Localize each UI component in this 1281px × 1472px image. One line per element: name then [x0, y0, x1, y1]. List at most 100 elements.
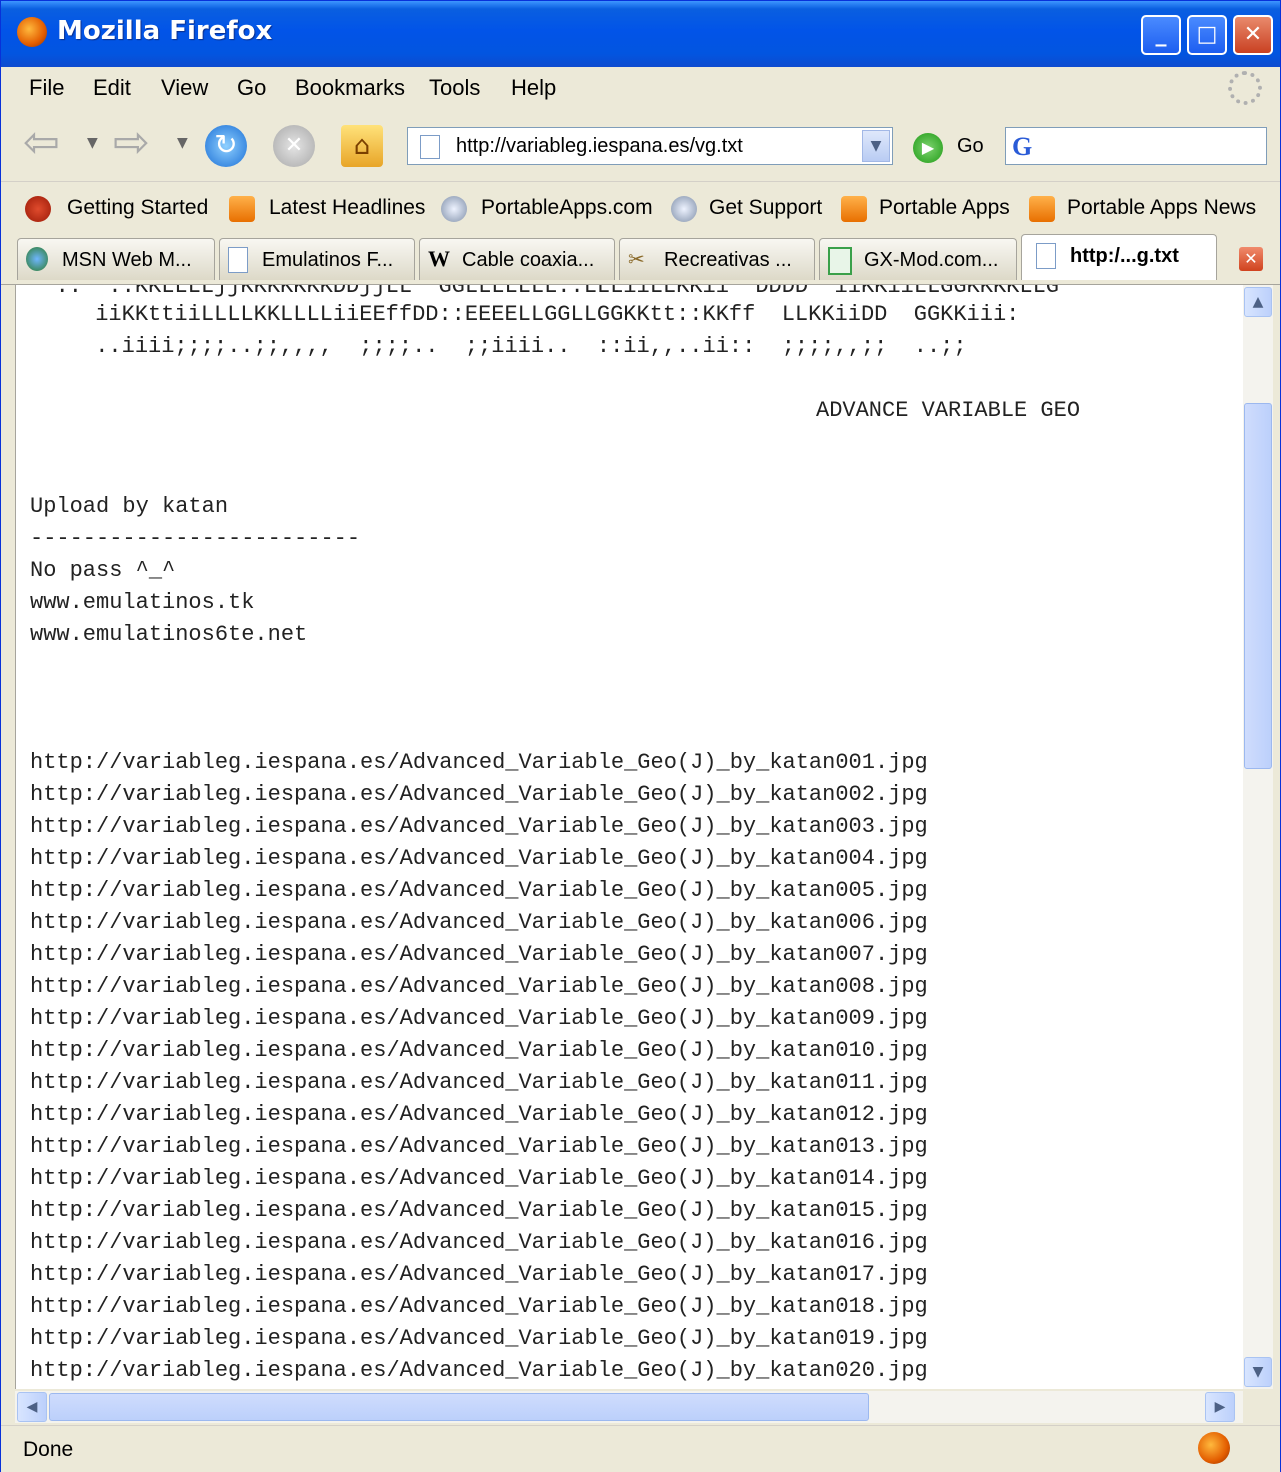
url-text[interactable]: http://variableg.iespana.es/vg.txt: [456, 135, 743, 158]
firefox-icon: [17, 17, 47, 47]
upload-credit: Upload by katan: [30, 494, 229, 519]
ascii-art-line: iiKKttiiLLLLKKLLLLiiEEffDD::EEEELLGGLLGG…: [16, 302, 1020, 327]
tab-vg-txt[interactable]: http:/...g.txt: [1021, 234, 1217, 280]
image-url-line: http://variableg.iespana.es/Advanced_Var…: [30, 1134, 928, 1159]
image-url-line: http://variableg.iespana.es/Advanced_Var…: [30, 1262, 928, 1287]
menu-edit[interactable]: Edit: [93, 75, 131, 101]
gxmod-icon: [828, 247, 852, 275]
forward-dropdown-icon[interactable]: ▼: [177, 135, 188, 151]
tab-label: http:/...g.txt: [1070, 245, 1179, 267]
bookmark-getting-started[interactable]: Getting Started: [67, 196, 208, 220]
window-title: Mozilla Firefox: [57, 16, 273, 46]
tab-recreativas[interactable]: ✂ Recreativas ...: [619, 238, 815, 280]
tools-icon: ✂: [628, 247, 645, 271]
bookmark-portable-apps[interactable]: Portable Apps: [879, 196, 1010, 220]
document-icon: [228, 247, 248, 273]
image-url-line: http://variableg.iespana.es/Advanced_Var…: [30, 1070, 928, 1095]
back-dropdown-icon[interactable]: ▼: [87, 135, 98, 151]
scroll-down-icon[interactable]: ▼: [1244, 1357, 1272, 1387]
ascii-art-line: ..iiii;;;;..;;,,,, ;;;;.. ;;iiii.. ::ii,…: [16, 334, 967, 359]
back-arrow-icon[interactable]: ⇦: [23, 121, 73, 165]
tab-label: MSN Web M...: [62, 249, 192, 271]
home-icon[interactable]: ⌂: [341, 125, 383, 167]
forward-arrow-icon[interactable]: ⇨: [113, 121, 163, 165]
getting-started-icon: [25, 196, 51, 222]
reload-icon[interactable]: ↻: [205, 125, 247, 167]
tab-gx-mod[interactable]: GX-Mod.com...: [819, 238, 1017, 280]
minimize-button[interactable]: _: [1141, 15, 1181, 55]
portableapps-icon: [441, 196, 467, 222]
go-icon[interactable]: ▶: [913, 133, 943, 163]
portableapps-icon: [671, 196, 697, 222]
tab-emulatinos[interactable]: Emulatinos F...: [219, 238, 415, 280]
vertical-scrollbar[interactable]: ▲ ▼: [1243, 285, 1273, 1389]
bookmark-get-support[interactable]: Get Support: [709, 196, 822, 220]
scroll-up-icon[interactable]: ▲: [1244, 287, 1272, 317]
tab-cable-coaxial[interactable]: W Cable coaxia...: [419, 238, 615, 280]
tab-label: GX-Mod.com...: [864, 249, 999, 271]
image-url-line: http://variableg.iespana.es/Advanced_Var…: [30, 1358, 928, 1383]
menu-view[interactable]: View: [161, 75, 208, 101]
firefox-status-icon: [1198, 1432, 1230, 1464]
bookmark-portable-apps-news[interactable]: Portable Apps News: [1067, 196, 1256, 220]
menu-help[interactable]: Help: [511, 75, 556, 101]
password-note: No pass ^_^: [30, 558, 176, 583]
url-bar[interactable]: http://variableg.iespana.es/vg.txt ▼: [407, 127, 893, 165]
bookmark-portableapps-com[interactable]: PortableApps.com: [481, 196, 653, 220]
menu-go[interactable]: Go: [237, 75, 266, 101]
maximize-button[interactable]: □: [1187, 15, 1227, 55]
menu-bookmarks[interactable]: Bookmarks: [295, 75, 405, 101]
menu-tools[interactable]: Tools: [429, 75, 480, 101]
image-url-line: http://variableg.iespana.es/Advanced_Var…: [30, 1166, 928, 1191]
separator-line: -------------------------: [30, 526, 361, 551]
horizontal-scrollbar[interactable]: ◀ ▶: [15, 1391, 1243, 1423]
scroll-right-icon[interactable]: ▶: [1205, 1392, 1235, 1422]
image-url-line: http://variableg.iespana.es/Advanced_Var…: [30, 846, 928, 871]
bookmarks-toolbar: Getting Started Latest Headlines Portabl…: [1, 182, 1280, 235]
website-link: www.emulatinos6te.net: [30, 622, 308, 647]
go-button[interactable]: Go: [957, 135, 984, 158]
search-input[interactable]: G: [1005, 127, 1267, 165]
page-heading: ADVANCE VARIABLE GEO: [816, 398, 1081, 423]
image-url-line: http://variableg.iespana.es/Advanced_Var…: [30, 1326, 928, 1351]
msn-icon: [26, 247, 48, 271]
page-document-icon: [420, 135, 440, 159]
image-url-line: http://variableg.iespana.es/Advanced_Var…: [30, 974, 928, 999]
status-text: Done: [23, 1438, 74, 1461]
rss-icon: [841, 196, 867, 222]
image-url-line: http://variableg.iespana.es/Advanced_Var…: [30, 1198, 928, 1223]
menu-bar: File Edit View Go Bookmarks Tools Help: [1, 67, 1280, 110]
image-url-line: http://variableg.iespana.es/Advanced_Var…: [30, 942, 928, 967]
tab-bar: MSN Web M... Emulatinos F... W Cable coa…: [1, 234, 1280, 285]
rss-icon: [229, 196, 255, 222]
image-url-line: http://variableg.iespana.es/Advanced_Var…: [30, 1102, 928, 1127]
document-icon: [1036, 243, 1056, 269]
tab-label: Emulatinos F...: [262, 249, 394, 271]
close-tab-icon[interactable]: ✕: [1239, 247, 1263, 271]
image-url-line: http://variableg.iespana.es/Advanced_Var…: [30, 1038, 928, 1063]
close-button[interactable]: ✕: [1233, 15, 1273, 55]
image-url-line: http://variableg.iespana.es/Advanced_Var…: [30, 878, 928, 903]
title-bar: Mozilla Firefox _ □ ✕: [1, 1, 1280, 67]
tab-label: Recreativas ...: [664, 249, 792, 271]
stop-icon[interactable]: ✕: [273, 125, 315, 167]
page-content: :: ::KKLLLLjjKKKKKKKDDjjLL GGLLLLLLL::LL…: [15, 285, 1244, 1389]
website-link: www.emulatinos.tk: [30, 590, 255, 615]
vertical-scroll-thumb[interactable]: [1244, 403, 1272, 769]
browser-window: Mozilla Firefox _ □ ✕ File Edit View Go …: [0, 0, 1281, 1472]
menu-file[interactable]: File: [29, 75, 64, 101]
image-url-line: http://variableg.iespana.es/Advanced_Var…: [30, 1230, 928, 1255]
image-url-line: http://variableg.iespana.es/Advanced_Var…: [30, 814, 928, 839]
scroll-left-icon[interactable]: ◀: [17, 1392, 47, 1422]
bookmark-latest-headlines[interactable]: Latest Headlines: [269, 196, 425, 220]
google-icon[interactable]: G: [1012, 132, 1032, 162]
horizontal-scroll-thumb[interactable]: [49, 1393, 869, 1421]
image-url-line: http://variableg.iespana.es/Advanced_Var…: [30, 1006, 928, 1031]
tab-msn[interactable]: MSN Web M...: [17, 238, 215, 280]
wikipedia-icon: W: [428, 246, 450, 271]
rss-icon: [1029, 196, 1055, 222]
throbber-icon: [1228, 71, 1262, 105]
tab-label: Cable coaxia...: [462, 249, 595, 271]
url-dropdown-icon[interactable]: ▼: [862, 130, 890, 162]
status-bar: Done: [1, 1425, 1280, 1472]
